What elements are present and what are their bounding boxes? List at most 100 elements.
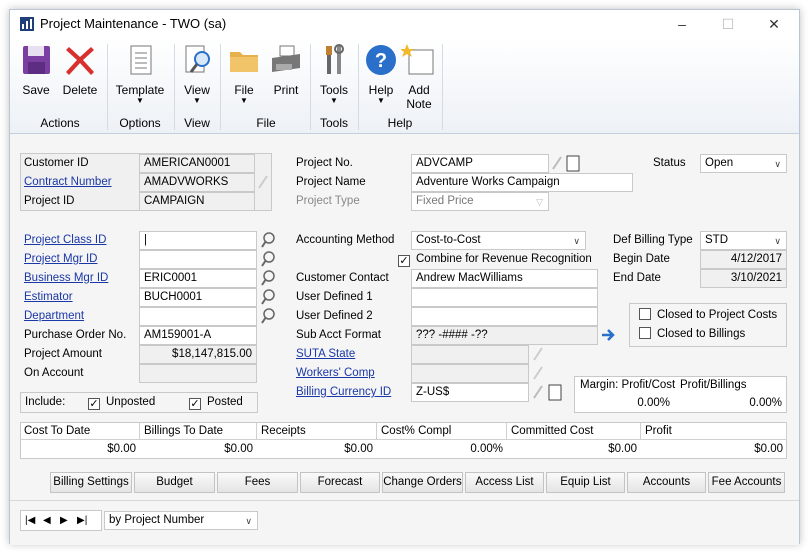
minimize-button[interactable]: – xyxy=(662,12,702,36)
project-class-id-link[interactable]: Project Class ID xyxy=(21,231,139,249)
separator xyxy=(442,44,443,130)
project-no-field[interactable]: ADVCAMP xyxy=(411,154,549,173)
customer-id-field[interactable]: AMERICAN0001 xyxy=(139,154,255,173)
template-button[interactable]: Template ▼ xyxy=(110,42,170,105)
totals-header-cell: Committed Cost xyxy=(507,423,641,440)
access-list-button[interactable]: Access List xyxy=(465,472,544,493)
view-button[interactable]: View ▼ xyxy=(178,42,216,105)
lookup-icon[interactable] xyxy=(550,154,566,172)
add-note-icon xyxy=(400,44,434,75)
suta-state-field[interactable] xyxy=(411,345,529,364)
nav-last-icon[interactable]: ▶| xyxy=(77,512,87,530)
delete-x-icon xyxy=(66,47,94,75)
note-icon[interactable] xyxy=(547,384,563,402)
tools-button[interactable]: Tools ▼ xyxy=(314,42,354,105)
maximize-button[interactable]: ☐ xyxy=(708,12,748,36)
posted-checkbox[interactable]: ✓ Posted xyxy=(189,393,243,411)
arrow-right-icon[interactable] xyxy=(600,326,616,344)
def-billing-type-select[interactable]: STD ∨ xyxy=(700,231,787,250)
chevron-down-icon: ∨ xyxy=(774,159,781,169)
closed-to-project-costs-checkbox[interactable]: Closed to Project Costs xyxy=(639,306,777,324)
billing-currency-id-link[interactable]: Billing Currency ID xyxy=(293,383,411,401)
totals-value-cell: 0.00% xyxy=(470,443,503,455)
budget-button[interactable]: Budget xyxy=(134,472,215,493)
fees-button[interactable]: Fees xyxy=(217,472,298,493)
purchase-order-field[interactable]: AM159001-A xyxy=(139,326,257,345)
lookup-disabled-icon xyxy=(258,175,268,189)
user-defined-2-field[interactable] xyxy=(411,307,598,326)
status-select[interactable]: Open ∨ xyxy=(700,154,787,173)
totals-header-cell: Cost To Date xyxy=(20,423,140,440)
accounting-method-select[interactable]: Cost-to-Cost ∨ xyxy=(411,231,586,250)
accounts-button[interactable]: Accounts xyxy=(627,472,706,493)
user-defined-1-field[interactable] xyxy=(411,288,598,307)
project-mgr-id-field[interactable] xyxy=(139,250,257,269)
separator xyxy=(358,44,359,130)
printer-icon xyxy=(272,45,300,72)
search-icon[interactable] xyxy=(260,269,276,287)
contract-number-link[interactable]: Contract Number xyxy=(21,173,139,191)
close-button[interactable]: ✕ xyxy=(754,12,794,36)
help-button[interactable]: ? Help ▼ xyxy=(362,42,400,105)
forecast-button[interactable]: Forecast xyxy=(300,472,380,493)
department-field[interactable] xyxy=(139,307,257,326)
equip-list-button[interactable]: Equip List xyxy=(546,472,625,493)
project-class-id-field[interactable]: | xyxy=(139,231,257,250)
suta-state-link[interactable]: SUTA State xyxy=(293,345,411,363)
group-tools: Tools xyxy=(319,116,348,130)
delete-button[interactable]: Delete xyxy=(58,42,102,97)
unposted-checkbox[interactable]: ✓ Unposted xyxy=(88,393,155,411)
file-button[interactable]: File ▼ xyxy=(226,42,262,105)
estimator-link[interactable]: Estimator xyxy=(21,288,139,306)
project-name-field[interactable]: Adventure Works Campaign xyxy=(411,173,633,192)
search-icon[interactable] xyxy=(260,307,276,325)
workers-comp-field[interactable] xyxy=(411,364,529,383)
totals-header-cell: Receipts xyxy=(257,423,377,440)
sort-by-select[interactable]: by Project Number ∨ xyxy=(104,511,258,530)
estimator-field[interactable]: BUCH0001 xyxy=(139,288,257,307)
change-orders-button[interactable]: Change Orders xyxy=(382,472,463,493)
note-icon[interactable] xyxy=(565,155,581,173)
nav-next-icon[interactable]: ▶ xyxy=(60,512,68,530)
search-icon[interactable] xyxy=(260,231,276,249)
project-id-label: Project ID xyxy=(24,195,75,207)
lookup-icon[interactable] xyxy=(531,383,547,401)
group-help: Help xyxy=(387,116,413,130)
combine-revenue-checkbox[interactable]: ✓ Combine for Revenue Recognition xyxy=(398,250,592,268)
closed-to-billings-checkbox[interactable]: Closed to Billings xyxy=(639,325,745,343)
business-mgr-id-field[interactable]: ERIC0001 xyxy=(139,269,257,288)
begin-date-label: Begin Date xyxy=(613,253,670,265)
department-link[interactable]: Department xyxy=(21,307,139,325)
separator xyxy=(220,44,221,130)
checkbox-empty-icon xyxy=(639,308,651,320)
print-button[interactable]: Print xyxy=(266,42,306,97)
end-date-value: 3/10/2021 xyxy=(700,269,787,288)
title-bar: Project Maintenance - TWO (sa) – ☐ ✕ xyxy=(10,10,799,38)
search-icon[interactable] xyxy=(260,250,276,268)
save-button[interactable]: Save xyxy=(16,42,56,97)
project-mgr-id-link[interactable]: Project Mgr ID xyxy=(21,250,139,268)
workers-comp-link[interactable]: Workers' Comp xyxy=(293,364,411,382)
customer-contact-field[interactable]: Andrew MacWilliams xyxy=(411,269,598,288)
nav-first-icon[interactable]: |◀ xyxy=(25,512,35,530)
chevron-down-icon: ∨ xyxy=(774,236,781,246)
business-mgr-id-link[interactable]: Business Mgr ID xyxy=(21,269,139,287)
fee-accounts-button[interactable]: Fee Accounts xyxy=(708,472,785,493)
save-label: Save xyxy=(22,83,50,97)
search-icon[interactable] xyxy=(260,288,276,306)
project-no-label: Project No. xyxy=(296,157,353,169)
checkbox-checked-icon: ✓ xyxy=(398,255,410,267)
nav-prev-icon[interactable]: ◀ xyxy=(43,512,51,530)
separator xyxy=(107,44,108,130)
project-id-field[interactable]: CAMPAIGN xyxy=(139,192,255,211)
billing-currency-id-field[interactable]: Z-US$ xyxy=(411,383,529,402)
lookup-disabled-icon xyxy=(533,366,543,380)
form-content: Customer ID AMERICAN0001 Contract Number… xyxy=(10,134,799,545)
view-magnifier-icon xyxy=(185,45,210,73)
checkbox-checked-icon: ✓ xyxy=(189,398,201,410)
contract-number-field[interactable]: AMADVWORKS xyxy=(139,173,255,192)
add-note-button[interactable]: Add Note xyxy=(400,42,438,111)
save-icon xyxy=(23,46,50,74)
billing-settings-button[interactable]: Billing Settings xyxy=(50,472,132,493)
project-type-label: Project Type xyxy=(296,195,360,207)
